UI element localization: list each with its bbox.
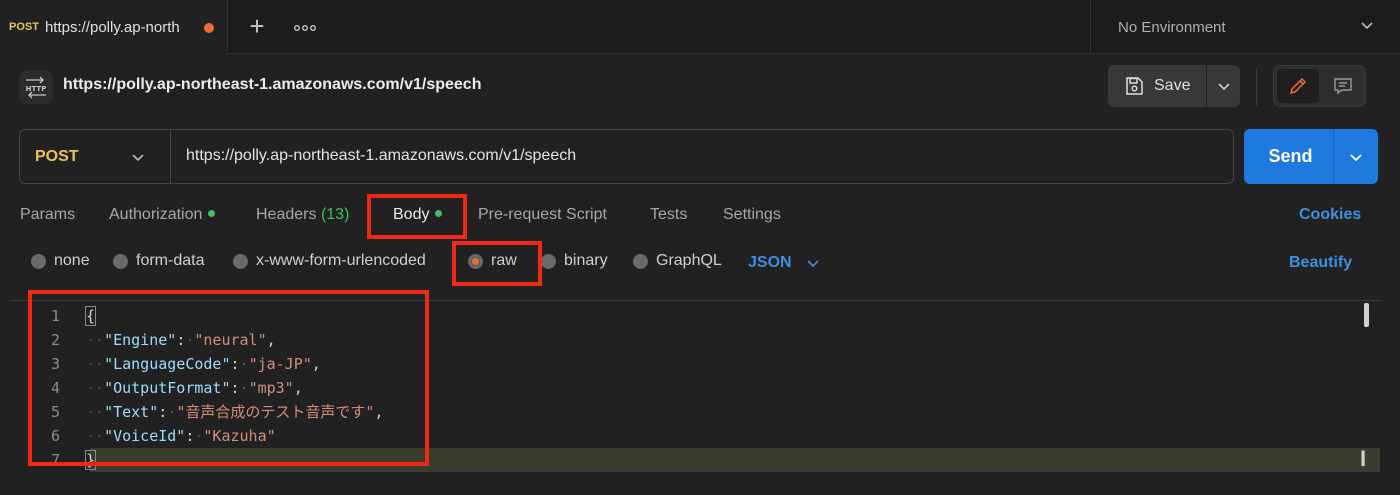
tab-prerequest-script[interactable]: Pre-request Script — [478, 206, 607, 224]
chevron-down-icon — [1361, 22, 1373, 30]
chevron-down-icon — [132, 154, 144, 162]
method-select[interactable]: POST — [20, 130, 171, 183]
radio-binary[interactable]: binary — [541, 252, 608, 270]
send-dropdown-button[interactable] — [1334, 129, 1378, 184]
comment-mode-button[interactable] — [1322, 69, 1364, 103]
radio-urlencoded[interactable]: x-www-form-urlencoded — [233, 252, 426, 270]
save-label: Save — [1154, 77, 1191, 94]
annotation-box-raw-option — [452, 241, 542, 286]
view-mode-toggle — [1273, 65, 1366, 107]
environment-selector[interactable]: No Environment — [1090, 0, 1400, 54]
radio-none[interactable]: none — [31, 252, 90, 270]
save-button[interactable]: Save — [1108, 65, 1206, 107]
radio-circle — [541, 253, 556, 269]
new-tab-button[interactable]: + — [242, 12, 272, 42]
unsaved-dot-icon — [204, 23, 214, 33]
radio-urlencoded-label: x-www-form-urlencoded — [256, 252, 426, 269]
tab-settings-label: Settings — [723, 206, 781, 223]
more-tabs-button[interactable] — [291, 14, 319, 40]
http-request-icon: HTTP — [19, 70, 53, 104]
save-icon — [1126, 77, 1143, 95]
chevron-down-icon — [1217, 83, 1230, 91]
send-button-group: Send — [1244, 129, 1378, 184]
toolbar-divider — [1256, 68, 1257, 106]
comment-icon — [1334, 78, 1352, 95]
tab-bar: POST https://polly.ap-north + No Environ… — [0, 0, 1400, 54]
tab-tests[interactable]: Tests — [650, 206, 687, 224]
tab-settings[interactable]: Settings — [723, 206, 781, 224]
pencil-icon — [1289, 77, 1307, 95]
radio-circle — [113, 253, 128, 269]
radio-binary-label: binary — [564, 252, 608, 269]
save-dropdown-button[interactable] — [1207, 65, 1240, 107]
request-title[interactable]: https://polly.ap-northeast-1.amazonaws.c… — [63, 76, 481, 94]
radio-circle — [31, 253, 46, 269]
tab-tests-label: Tests — [650, 206, 688, 223]
tab-authorization[interactable]: Authorization — [109, 206, 216, 224]
send-button[interactable]: Send — [1244, 129, 1333, 184]
tab-params[interactable]: Params — [20, 206, 75, 224]
body-format-value: JSON — [748, 254, 792, 271]
chevron-down-icon — [807, 260, 819, 268]
tab-params-label: Params — [20, 206, 76, 223]
tab-prerequest-label: Pre-request Script — [478, 206, 607, 223]
request-tab-name: https://polly.ap-north — [44, 18, 180, 36]
annotation-box-json-body — [28, 290, 429, 466]
chevron-down-icon — [1350, 153, 1362, 161]
headers-count-badge: (13) — [320, 206, 350, 223]
radio-none-label: none — [54, 252, 90, 269]
request-tab-method: POST — [9, 21, 39, 33]
radio-circle — [233, 253, 248, 269]
cookies-link[interactable]: Cookies — [1299, 206, 1361, 224]
plus-icon: + — [249, 11, 265, 41]
url-input[interactable]: https://polly.ap-northeast-1.amazonaws.c… — [186, 147, 576, 165]
body-format-select[interactable]: JSON — [748, 254, 820, 272]
radio-graphql-label: GraphQL — [656, 252, 722, 269]
tab-headers-label: Headers — [256, 206, 317, 223]
status-dot-icon — [208, 209, 216, 217]
annotation-box-body-tab — [367, 194, 467, 239]
text-cursor-icon: I — [1360, 446, 1367, 471]
radio-circle — [633, 253, 648, 269]
request-subtabs: Params Authorization Headers (13) Body P… — [0, 200, 1400, 232]
tab-headers[interactable]: Headers (13) — [256, 206, 349, 224]
body-type-options: none form-data x-www-form-urlencoded raw… — [0, 248, 1400, 280]
edit-mode-button[interactable] — [1277, 69, 1319, 103]
tab-authorization-label: Authorization — [109, 206, 203, 223]
url-bar: POST https://polly.ap-northeast-1.amazon… — [19, 129, 1234, 184]
radio-form-data[interactable]: form-data — [113, 252, 204, 270]
editor-scrollbar[interactable] — [1364, 303, 1369, 327]
beautify-button[interactable]: Beautify — [1289, 254, 1352, 272]
request-tab[interactable]: POST https://polly.ap-north — [0, 0, 228, 54]
radio-graphql[interactable]: GraphQL — [633, 252, 722, 270]
method-value: POST — [35, 147, 79, 165]
svg-text:HTTP: HTTP — [26, 85, 47, 93]
radio-form-data-label: form-data — [136, 252, 205, 269]
ellipsis-icon — [294, 25, 317, 31]
environment-label: No Environment — [1118, 18, 1226, 36]
